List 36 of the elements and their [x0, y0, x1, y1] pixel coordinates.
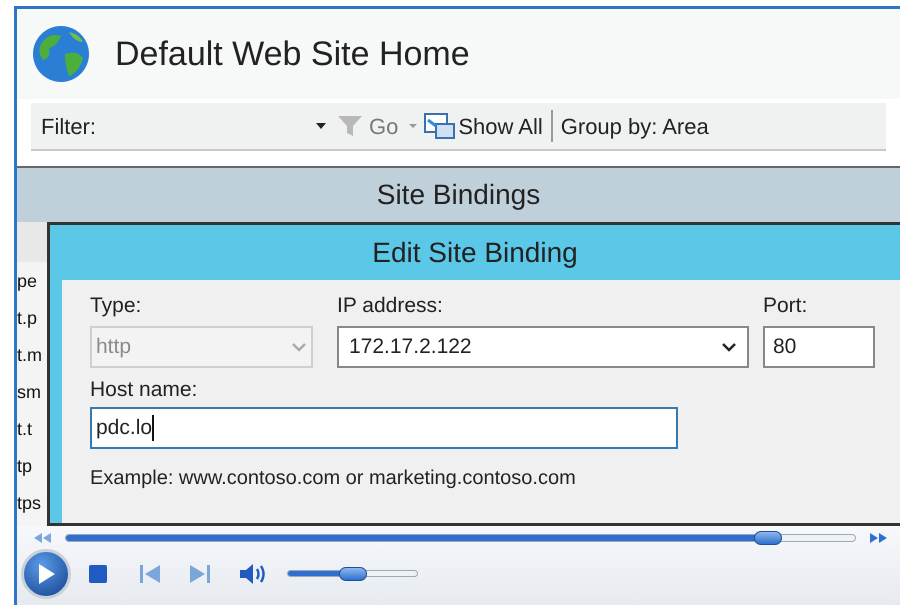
slider-thumb[interactable] — [338, 566, 366, 580]
list-item-text: pe — [17, 270, 38, 293]
list-item-text: sm — [17, 380, 42, 404]
example-hint: Example: www.contoso.com or marketing.contoso.com — [90, 466, 577, 491]
play-icon — [36, 562, 56, 584]
chevron-down-icon — [291, 342, 307, 352]
host-name-label: Host name: — [90, 376, 198, 402]
list-item-text: tp — [17, 454, 34, 478]
host-name-input-field[interactable]: pdc.lo — [90, 407, 678, 449]
go-button[interactable]: Go — [337, 110, 398, 142]
rewind-icon[interactable] — [33, 532, 53, 542]
funnel-icon — [337, 114, 363, 138]
port-label: Port: — [763, 293, 808, 319]
ip-address-dropdown[interactable]: 172.17.2.122 — [337, 326, 749, 368]
list-item-text: t.m — [17, 344, 43, 366]
stop-icon[interactable] — [89, 564, 107, 582]
dialog-title: Site Bindings — [376, 178, 540, 212]
type-label: Type: — [90, 293, 142, 319]
list-window-icon — [424, 112, 456, 140]
dialog-title: Edit Site Binding — [372, 236, 578, 270]
group-by-label: Group by: Area — [560, 112, 709, 141]
list-item-text: t.t — [17, 418, 34, 440]
window-title: Default Web Site Home — [115, 34, 470, 74]
filter-label: Filter: — [40, 112, 97, 140]
list-item-text: t.p — [17, 306, 38, 330]
slider-thumb[interactable] — [754, 530, 782, 544]
dropdown-caret-icon[interactable] — [315, 122, 327, 130]
ip-address-label: IP address: — [337, 293, 444, 319]
list-item-text: tps — [17, 492, 42, 515]
play-button[interactable] — [21, 548, 71, 598]
globe-icon — [31, 24, 91, 84]
fast-forward-icon[interactable] — [868, 532, 888, 542]
port-input-field[interactable]: 80 — [763, 326, 875, 368]
show-all-button[interactable]: Show All — [424, 110, 543, 142]
chevron-down-icon — [721, 342, 737, 352]
text-cursor — [152, 415, 154, 441]
